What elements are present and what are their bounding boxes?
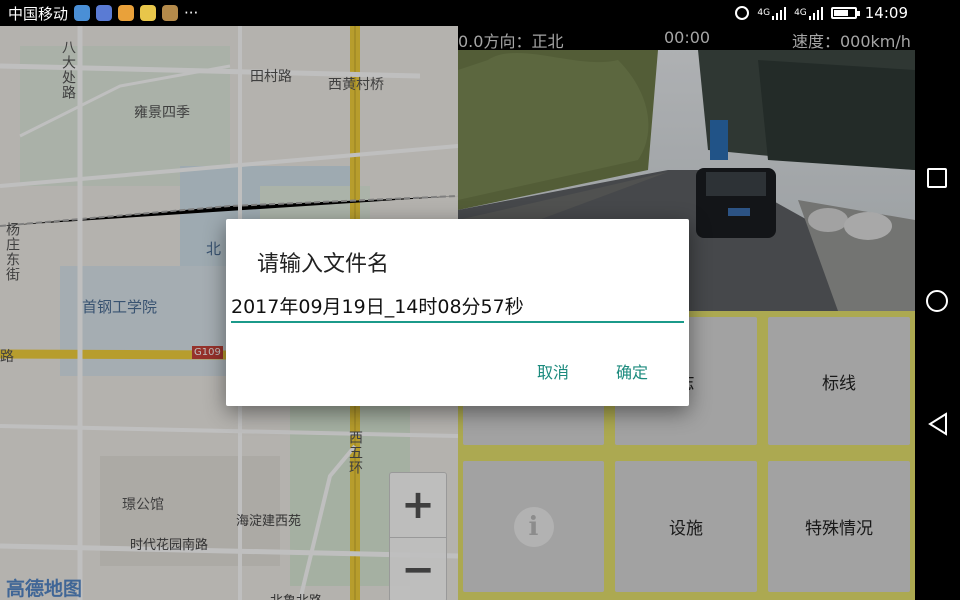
cancel-button[interactable]: 取消 [537, 359, 569, 383]
carrier-label: 中国移动 [8, 4, 69, 23]
dialog-title: 请输入文件名 [257, 252, 390, 277]
confirm-button[interactable]: 确定 [616, 359, 648, 383]
back-icon[interactable] [927, 412, 949, 436]
signal-4g-icon: 4G [794, 6, 823, 20]
qq-icon [140, 5, 157, 21]
alarm-icon [735, 6, 750, 20]
navigation-bar [915, 26, 960, 600]
more-notifications-icon: ··· [184, 4, 199, 22]
signal-4g-icon: 4G [757, 6, 787, 20]
status-bar: 中国移动 ··· 4G 4G 14:09 [0, 0, 960, 26]
weibo-icon [118, 5, 135, 21]
recents-icon[interactable] [927, 168, 947, 188]
filename-input[interactable] [231, 289, 684, 323]
battery-icon [830, 7, 860, 19]
home-icon[interactable] [926, 290, 948, 312]
app-notification-icon [74, 5, 91, 21]
filename-dialog: 请输入文件名 取消 确定 [226, 219, 689, 406]
app-notification-icon [162, 5, 179, 21]
clock: 14:09 [864, 4, 908, 22]
app-notification-icon [96, 5, 113, 21]
